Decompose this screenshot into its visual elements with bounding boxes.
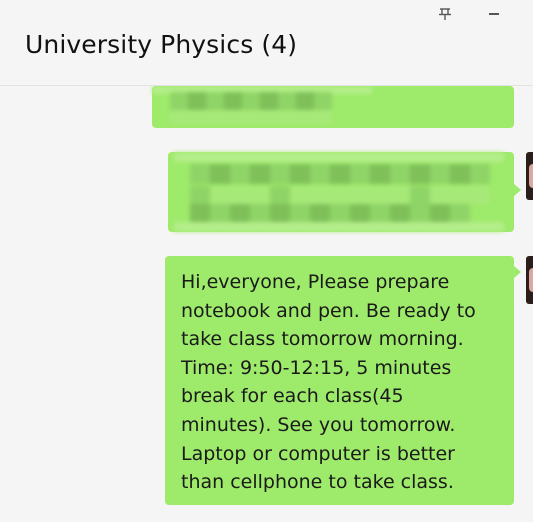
bubble-tail	[514, 266, 521, 278]
bubble-tail	[514, 184, 521, 196]
message-text: Hi,everyone, Please prepare notebook and…	[181, 271, 476, 494]
avatar[interactable]	[526, 256, 533, 304]
minimize-button[interactable]	[482, 2, 506, 26]
redacted-content	[152, 86, 514, 128]
message-list: Hi,everyone, Please prepare notebook and…	[0, 86, 533, 522]
chat-title: University Physics (4)	[25, 30, 298, 59]
chat-window: University Physics (4) Hi,everyone, Plea…	[0, 0, 533, 522]
message-bubble-blurred[interactable]	[168, 152, 514, 232]
redacted-content	[168, 152, 514, 232]
minimize-icon	[489, 13, 499, 15]
avatar[interactable]	[526, 152, 533, 200]
pin-icon	[439, 8, 451, 20]
message-bubble[interactable]: Hi,everyone, Please prepare notebook and…	[165, 256, 514, 505]
chat-header: University Physics (4)	[0, 0, 533, 86]
pin-button[interactable]	[433, 2, 457, 26]
message-bubble-blurred[interactable]	[152, 86, 514, 128]
